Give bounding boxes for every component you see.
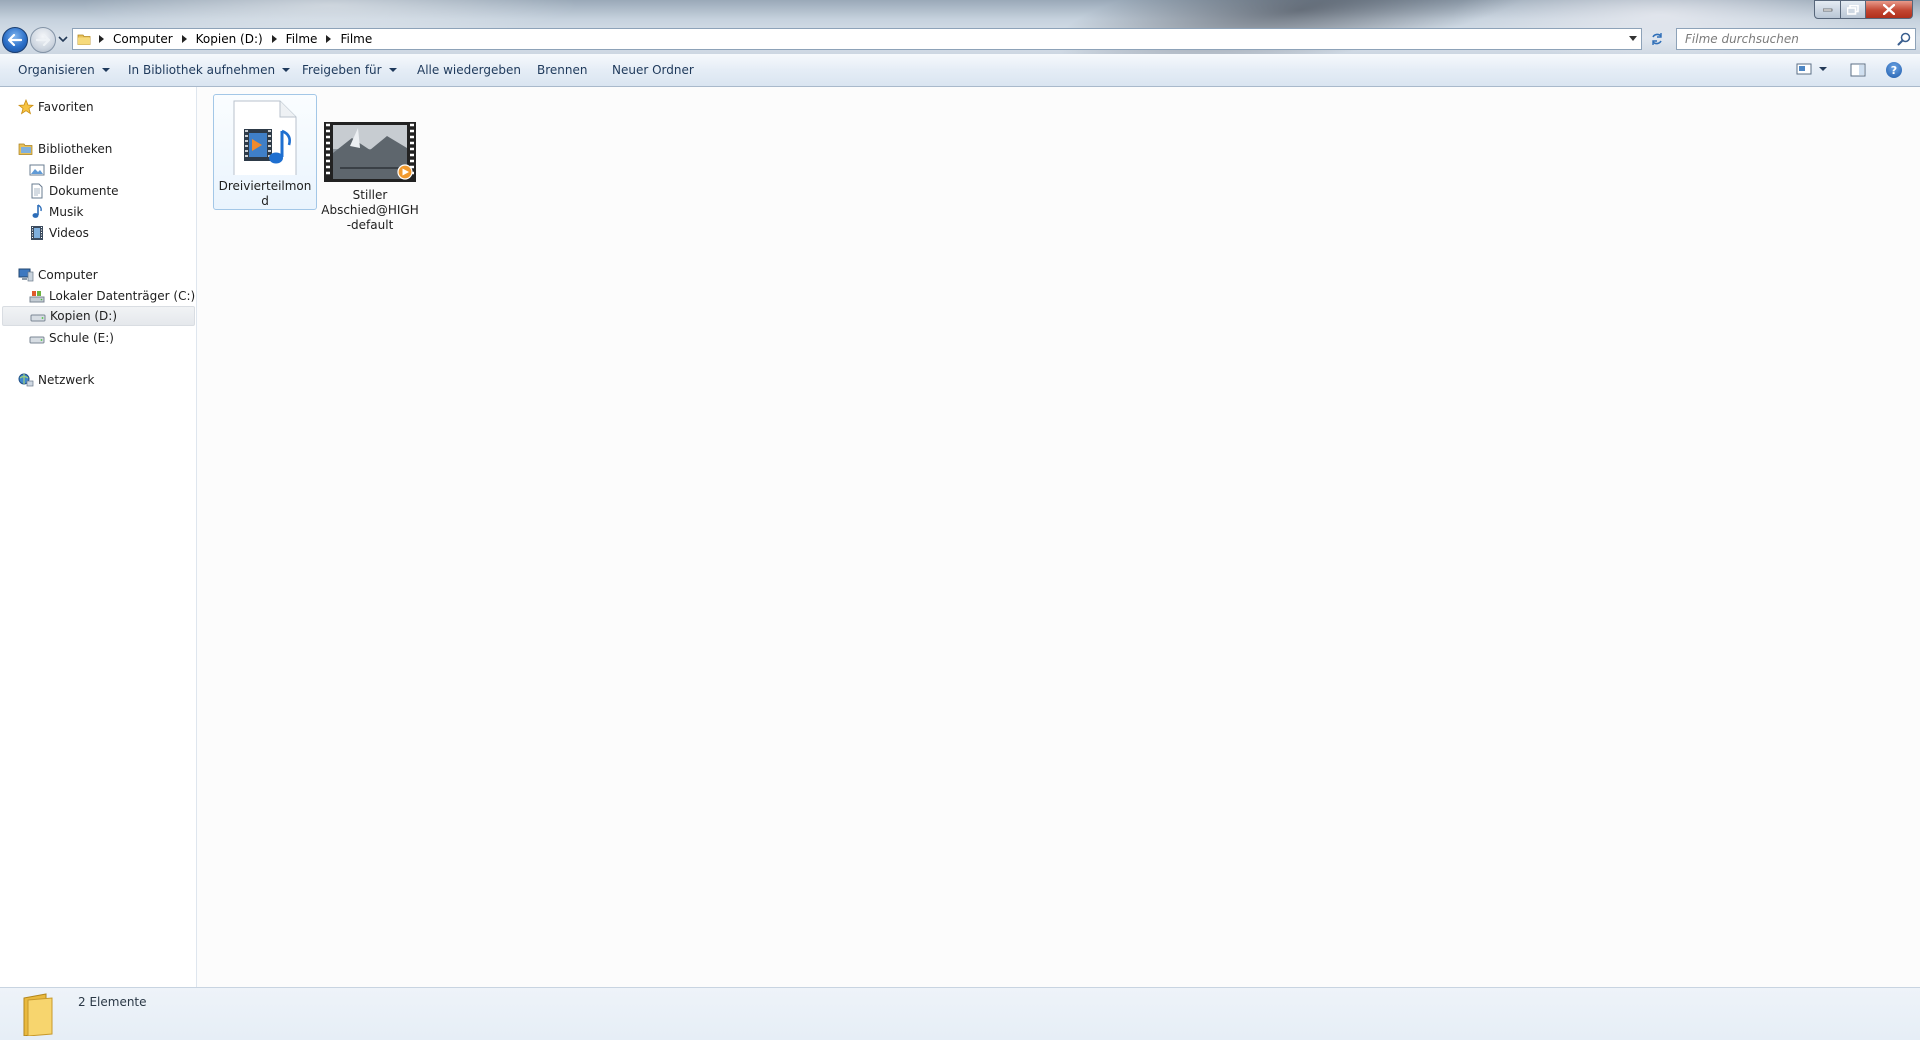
sidebar-item-music[interactable]: Musik bbox=[29, 202, 84, 222]
search-input[interactable] bbox=[1677, 30, 1887, 48]
pictures-icon bbox=[29, 162, 45, 178]
breadcrumb-separator[interactable] bbox=[99, 35, 104, 43]
drive-icon bbox=[30, 308, 46, 324]
breadcrumb-filme[interactable]: Filme bbox=[281, 32, 323, 46]
sidebar-item-drive-e[interactable]: Schule (E:) bbox=[29, 328, 114, 348]
sidebar-item-label: Dokumente bbox=[49, 184, 119, 198]
share-with-menu[interactable]: Freigeben für bbox=[302, 63, 397, 77]
chevron-down-icon bbox=[101, 68, 110, 72]
minimize-icon bbox=[1822, 8, 1832, 11]
address-dropdown-button[interactable] bbox=[1629, 36, 1637, 41]
address-bar[interactable]: Computer Kopien (D:) Filme Filme bbox=[72, 28, 1642, 50]
preview-pane-button[interactable] bbox=[1850, 62, 1866, 81]
burn-button[interactable]: Brennen bbox=[537, 63, 587, 77]
sidebar-item-documents[interactable]: Dokumente bbox=[29, 181, 119, 201]
navigation-pane: Favoriten Bibliotheken Bilder Dokumente … bbox=[0, 87, 197, 987]
network-icon bbox=[18, 372, 34, 388]
item-count: 2 Elemente bbox=[78, 995, 147, 1009]
breadcrumb: Computer Kopien (D:) Filme Filme bbox=[73, 29, 377, 49]
burn-label: Brennen bbox=[537, 63, 588, 77]
chevron-down-icon bbox=[1819, 67, 1827, 71]
sidebar-item-libraries[interactable]: Bibliotheken bbox=[18, 139, 112, 159]
breadcrumb-kopien[interactable]: Kopien (D:) bbox=[191, 32, 268, 46]
sidebar-item-videos[interactable]: Videos bbox=[29, 223, 89, 243]
search-box[interactable] bbox=[1676, 28, 1916, 50]
sidebar-item-drive-d[interactable]: Kopien (D:) bbox=[2, 306, 195, 326]
arrow-right-icon bbox=[36, 34, 50, 46]
sidebar-item-label: Lokaler Datenträger (C:) bbox=[49, 289, 196, 303]
chevron-down-icon bbox=[388, 68, 397, 72]
organize-menu[interactable]: Organisieren bbox=[18, 63, 110, 77]
file-list[interactable]: Dreivierteilmond Stiller Abschied@HIGH-d… bbox=[198, 87, 1920, 987]
breadcrumb-filme-current[interactable]: Filme bbox=[335, 32, 377, 46]
chevron-down-icon bbox=[282, 68, 291, 72]
close-button[interactable] bbox=[1865, 0, 1913, 19]
search-icon[interactable] bbox=[1897, 32, 1911, 46]
sidebar-item-drive-c[interactable]: Lokaler Datenträger (C:) bbox=[29, 286, 195, 306]
chevron-down-icon bbox=[58, 36, 68, 43]
music-icon bbox=[29, 204, 45, 220]
documents-icon bbox=[29, 183, 45, 199]
forward-button[interactable] bbox=[30, 27, 56, 53]
libraries-icon bbox=[18, 141, 34, 157]
drive-icon bbox=[29, 330, 45, 346]
file-item-dreiviertelmond[interactable]: Dreivierteilmond bbox=[213, 94, 317, 210]
breadcrumb-separator[interactable] bbox=[181, 35, 187, 43]
sidebar-item-label: Schule (E:) bbox=[49, 331, 114, 345]
sidebar-item-label: Kopien (D:) bbox=[50, 309, 118, 323]
view-options-button[interactable] bbox=[1796, 62, 1828, 76]
new-folder-button[interactable]: Neuer Ordner bbox=[612, 63, 694, 77]
command-bar: Organisieren In Bibliothek aufnehmen Fre… bbox=[0, 54, 1920, 87]
recent-pages-button[interactable] bbox=[58, 33, 68, 43]
restore-icon bbox=[1847, 4, 1859, 15]
videos-icon bbox=[29, 225, 45, 241]
preview-pane-icon bbox=[1850, 63, 1866, 77]
sidebar-item-label: Netzwerk bbox=[38, 373, 95, 387]
details-pane: 2 Elemente bbox=[0, 987, 1920, 1040]
folder-icon bbox=[23, 993, 53, 1036]
share-with-label: Freigeben für bbox=[302, 63, 382, 77]
arrow-left-icon bbox=[8, 34, 22, 46]
organize-label: Organisieren bbox=[18, 63, 95, 77]
sidebar-item-pictures[interactable]: Bilder bbox=[29, 160, 84, 180]
title-bar: Computer Kopien (D:) Filme Filme bbox=[0, 0, 1920, 54]
sidebar-item-label: Videos bbox=[49, 226, 89, 240]
sidebar-item-label: Bibliotheken bbox=[38, 142, 113, 156]
video-thumbnail-icon bbox=[324, 122, 416, 182]
include-in-library-label: In Bibliothek aufnehmen bbox=[128, 63, 276, 77]
sidebar-item-computer[interactable]: Computer bbox=[18, 265, 98, 285]
file-name: Dreivierteilmond bbox=[218, 179, 312, 208]
sidebar-item-label: Computer bbox=[38, 268, 98, 282]
sidebar-item-label: Favoriten bbox=[38, 100, 94, 114]
system-drive-icon bbox=[29, 288, 45, 304]
star-icon bbox=[18, 99, 34, 115]
refresh-icon bbox=[1652, 33, 1662, 45]
breadcrumb-separator[interactable] bbox=[326, 35, 332, 43]
media-file-icon bbox=[233, 100, 297, 175]
play-all-label: Alle wiedergeben bbox=[417, 63, 521, 77]
computer-icon bbox=[18, 267, 34, 283]
close-icon bbox=[1883, 4, 1895, 15]
sidebar-item-favorites[interactable]: Favoriten bbox=[18, 97, 94, 117]
file-name: Stiller Abschied@HIGH-default bbox=[321, 188, 419, 232]
maximize-button[interactable] bbox=[1840, 0, 1866, 19]
sidebar-item-label: Bilder bbox=[49, 163, 84, 177]
help-button[interactable]: ? bbox=[1886, 62, 1902, 78]
breadcrumb-separator[interactable] bbox=[271, 35, 277, 43]
minimize-button[interactable] bbox=[1814, 0, 1841, 19]
sidebar-item-label: Musik bbox=[49, 205, 84, 219]
play-all-button[interactable]: Alle wiedergeben bbox=[417, 63, 521, 77]
folder-icon bbox=[77, 34, 91, 45]
sidebar-item-network[interactable]: Netzwerk bbox=[18, 370, 94, 390]
refresh-button[interactable] bbox=[1646, 28, 1668, 50]
breadcrumb-computer[interactable]: Computer bbox=[108, 32, 178, 46]
include-in-library-menu[interactable]: In Bibliothek aufnehmen bbox=[128, 63, 291, 77]
file-item-stiller-abschied[interactable]: Stiller Abschied@HIGH-default bbox=[318, 94, 422, 234]
new-folder-label: Neuer Ordner bbox=[612, 63, 694, 77]
back-button[interactable] bbox=[2, 27, 28, 53]
view-icon bbox=[1796, 63, 1812, 75]
help-icon: ? bbox=[1890, 63, 1898, 77]
